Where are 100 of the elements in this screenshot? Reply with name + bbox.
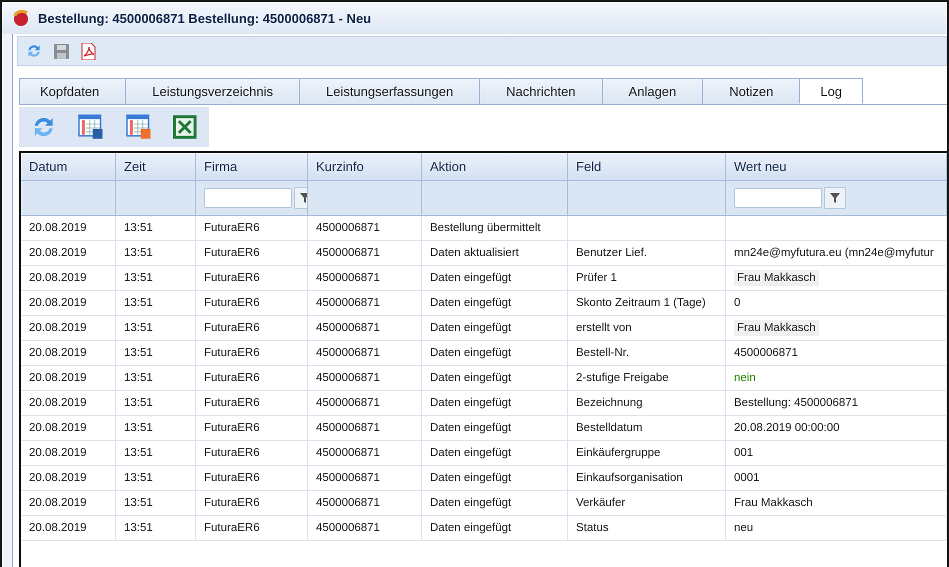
filter-icon [830,193,840,203]
spreadsheet-icon[interactable] [173,115,197,139]
table-cell: Daten eingefügt [422,291,568,316]
table-cell: 4500006871 [308,366,422,391]
table-cell: Benutzer Lief. [568,241,726,266]
table-cell: 13:51 [116,391,196,416]
tab[interactable]: Leistungserfassungen [298,78,480,104]
table-cell: Daten eingefügt [422,516,568,541]
tab[interactable]: Nachrichten [479,78,603,104]
tab[interactable]: Leistungsverzeichnis [125,78,300,104]
column-header[interactable]: Datum [21,153,116,181]
table-cell: 4500006871 [308,491,422,516]
table-cell: FuturaER6 [196,391,308,416]
table-cell: 0001 [726,466,947,491]
table-cell: 4500006871 [308,416,422,441]
table-cell: 13:51 [116,516,196,541]
save-icon[interactable] [54,44,69,58]
table-cell: 4500006871 [726,341,947,366]
table-cell: Daten eingefügt [422,441,568,466]
table-cell: mn24e@myfutura.eu (mn24e@myfutur [726,241,947,266]
table-cell: FuturaER6 [196,466,308,491]
table-cell: 13:51 [116,366,196,391]
table-cell: Status [568,516,726,541]
table-cell: Bezeichnung [568,391,726,416]
table-cell: 13:51 [116,216,196,241]
table-cell: 20.08.2019 [21,291,116,316]
table-cell: FuturaER6 [196,416,308,441]
table-cell: 20.08.2019 [21,441,116,466]
table-cell: 20.08.2019 [21,316,116,341]
table-cell: Daten eingefügt [422,466,568,491]
table-cell: 20.08.2019 [21,241,116,266]
table-cell: Bestellung: 4500006871 [726,391,947,416]
tab[interactable]: Notizen [702,78,800,104]
table-cell: Daten eingefügt [422,266,568,291]
table-cell: FuturaER6 [196,216,308,241]
table-cell: nein [726,366,947,391]
lookup-value: Frau Makkasch [734,320,819,336]
table-cell: 4500006871 [308,266,422,291]
table-cell: FuturaER6 [196,516,308,541]
table-cell: 4500006871 [308,316,422,341]
table-cell: 20.08.2019 [21,416,116,441]
table-cell: 20.08.2019 [21,466,116,491]
table-cell: FuturaER6 [196,491,308,516]
table-cell: FuturaER6 [196,291,308,316]
table-cell: 4500006871 [308,241,422,266]
table-cell: Daten eingefügt [422,341,568,366]
table-cell: 13:51 [116,466,196,491]
table-cell: 20.08.2019 [21,266,116,291]
column-header[interactable]: Zeit [116,153,196,181]
table-cell: 13:51 [116,266,196,291]
column-header[interactable]: Aktion [422,153,568,181]
table-cell: 20.08.2019 [21,491,116,516]
table-cell: Einkäufergruppe [568,441,726,466]
column-header[interactable]: Feld [568,153,726,181]
tab[interactable]: Log [799,78,864,104]
column-header[interactable]: Kurzinfo [308,153,422,181]
table-cell: Daten aktualisiert [422,241,568,266]
table-cell: FuturaER6 [196,266,308,291]
table-cell: FuturaER6 [196,366,308,391]
tab[interactable]: Kopfdaten [19,78,126,104]
table-cell: FuturaER6 [196,341,308,366]
table-cell: 20.08.2019 00:00:00 [726,416,947,441]
table-cell: Prüfer 1 [568,266,726,291]
table-save-icon[interactable] [78,114,104,140]
filter-button[interactable] [824,187,846,209]
table-cell: 4500006871 [308,216,422,241]
table-cell: Daten eingefügt [422,391,568,416]
refresh-icon[interactable] [26,43,42,59]
table-cell: Daten eingefügt [422,491,568,516]
table-cell: Verkäufer [568,491,726,516]
table-export-icon[interactable] [126,114,152,140]
filter-field[interactable] [734,188,822,208]
table-cell: FuturaER6 [196,316,308,341]
column-header[interactable]: Firma [196,153,308,181]
table-cell: neu [726,516,947,541]
tab[interactable]: Anlagen [602,78,704,104]
table-cell: 20.08.2019 [21,391,116,416]
table-cell: 4500006871 [308,291,422,316]
column-header[interactable]: Wert neu [726,153,947,181]
table-cell: Bestellung übermittelt [422,216,568,241]
table-cell: FuturaER6 [196,241,308,266]
table-cell: 20.08.2019 [21,516,116,541]
table-cell: Einkaufsorganisation [568,466,726,491]
table-cell: Bestelldatum [568,416,726,441]
table-cell: 20.08.2019 [21,341,116,366]
table-cell: 4500006871 [308,516,422,541]
table-cell: Frau Makkasch [726,491,947,516]
table-cell: 13:51 [116,316,196,341]
table-cell: 13:51 [116,241,196,266]
table-cell: FuturaER6 [196,441,308,466]
app-logo-icon [12,9,30,27]
table-cell: 13:51 [116,341,196,366]
table-cell: 13:51 [116,291,196,316]
table-cell: 20.08.2019 [21,216,116,241]
table-cell: Daten eingefügt [422,366,568,391]
table-cell: Bestell-Nr. [568,341,726,366]
table-cell: 0 [726,291,947,316]
pdf-icon[interactable] [81,42,96,60]
filter-field[interactable] [204,188,292,208]
table-cell: 4500006871 [308,391,422,416]
